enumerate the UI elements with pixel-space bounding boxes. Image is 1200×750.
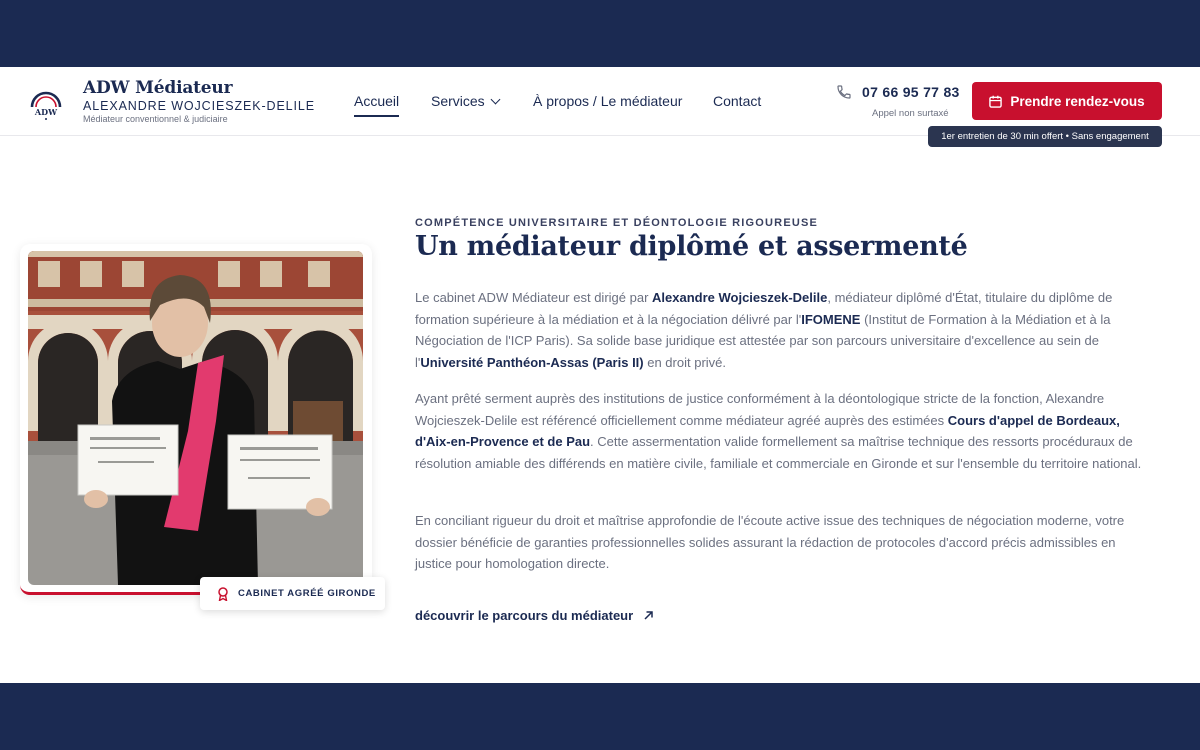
top-letterbox-band xyxy=(0,0,1200,67)
calendar-icon xyxy=(989,95,1003,108)
bottom-letterbox-band xyxy=(0,683,1200,750)
p1-text-a: Le cabinet ADW Médiateur est dirigé par xyxy=(415,290,653,305)
oath-paragraph: Ayant prêté serment auprès des instituti… xyxy=(415,388,1155,474)
p1-university: Université Panthéon-Assas (Paris II) xyxy=(420,354,644,370)
logo-arc-icon[interactable]: ADW xyxy=(28,87,64,121)
logo-text: ADW xyxy=(34,107,58,117)
guarantee-paragraph: En conciliant rigueur du droit et maîtri… xyxy=(415,513,1125,571)
mediator-photo-card xyxy=(20,244,372,595)
cta-tooltip: 1er entretien de 30 min offert • Sans en… xyxy=(928,126,1162,147)
nav-home[interactable]: Accueil xyxy=(354,93,400,117)
book-appointment-button[interactable]: Prendre rendez-vous xyxy=(972,82,1162,120)
phone-icon xyxy=(837,85,851,99)
accreditation-badge: CABINET AGRÉÉ GIRONDE xyxy=(200,577,385,610)
page: ADW ADW Médiateur ALEXANDRE WOJCIESZEK-D… xyxy=(0,67,1200,683)
nav-services-label: Services xyxy=(431,93,485,109)
intro-paragraph: Le cabinet ADW Médiateur est dirigé par … xyxy=(415,287,1155,373)
section-headline: Un médiateur diplômé et assermenté xyxy=(415,231,968,262)
brand-title[interactable]: ADW Médiateur xyxy=(83,78,233,98)
chevron-down-icon xyxy=(490,94,501,105)
accreditation-badge-label: CABINET AGRÉÉ GIRONDE xyxy=(238,588,376,599)
discover-path-link[interactable]: découvrir le parcours du médiateur xyxy=(415,608,654,623)
nav-contact[interactable]: Contact xyxy=(713,93,761,109)
p1-ifomene: IFOMENE xyxy=(801,311,861,327)
brand-subtitle: ALEXANDRE WOJCIESZEK-DELILE xyxy=(83,99,315,113)
nav-about[interactable]: À propos / Le médiateur xyxy=(533,93,682,109)
discover-path-label: découvrir le parcours du médiateur xyxy=(415,608,634,623)
p1-name: Alexandre Wojcieszek-Delile xyxy=(652,290,828,305)
phone-number-link[interactable]: 07 66 95 77 83 xyxy=(862,84,960,100)
nav-services[interactable]: Services xyxy=(431,93,501,109)
brand-tagline: Médiateur conventionnel & judiciaire xyxy=(83,114,228,124)
p1-text-g: en droit privé. xyxy=(643,354,726,370)
book-appointment-label: Prendre rendez-vous xyxy=(1010,93,1145,109)
ribbon-award-icon xyxy=(218,586,228,601)
phone-note: Appel non surtaxé xyxy=(872,108,949,119)
mediator-photo xyxy=(28,251,363,585)
section-eyebrow: COMPÉTENCE UNIVERSITAIRE ET DÉONTOLOGIE … xyxy=(415,217,819,229)
arrow-up-right-icon xyxy=(644,611,653,620)
